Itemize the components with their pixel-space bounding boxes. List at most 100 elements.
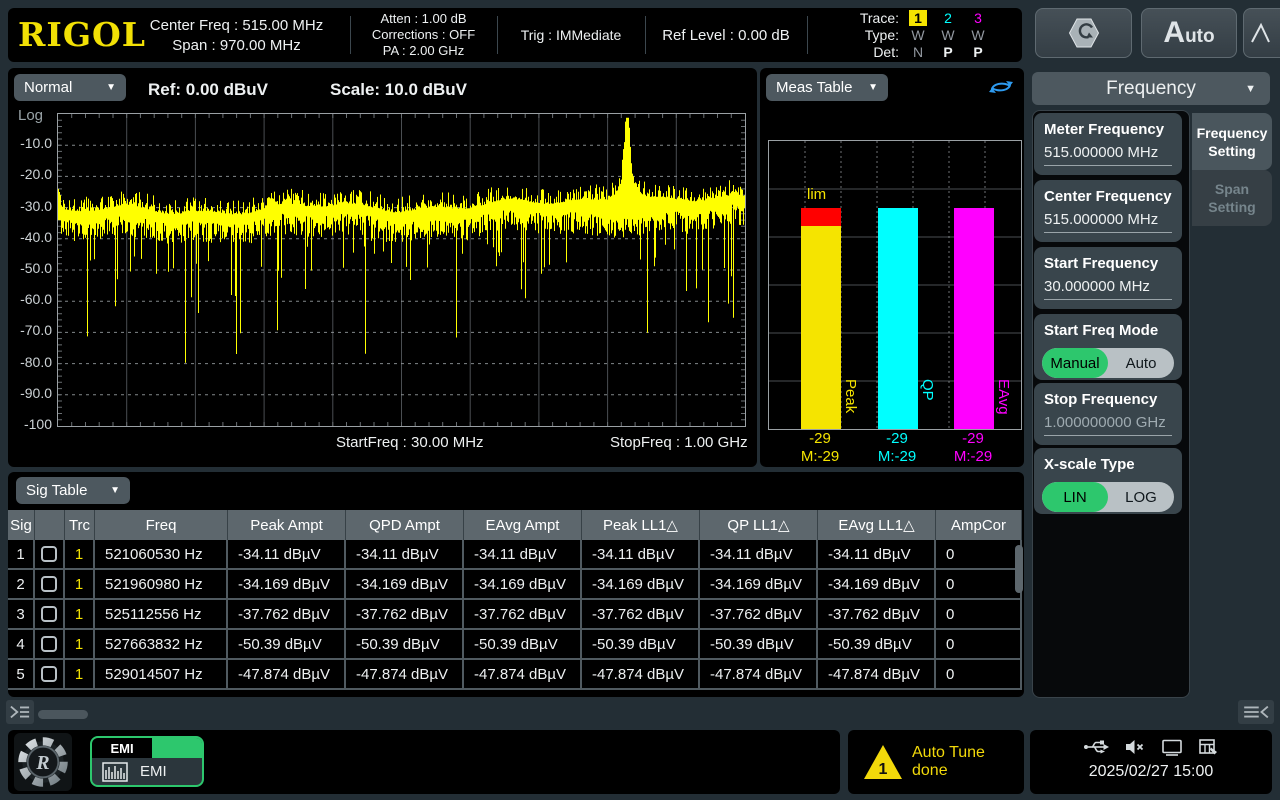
field-label: Start Freq Mode [1034,314,1182,339]
gear-icon: R [16,735,70,789]
table-cell: -34.169 dBµV [582,570,700,598]
notification-text: Auto Tune done [912,730,1024,794]
row-checkbox[interactable] [41,576,57,592]
table-row[interactable]: 21521960980 Hz-34.169 dBµV-34.169 dBµV-3… [8,570,1022,600]
table-cell: -34.11 dBµV [228,540,346,568]
table-cell: 1 [65,630,95,658]
table-cell: -47.874 dBµV [582,660,700,688]
ref-label: Ref: 0.00 dBuV [148,80,268,100]
table-row[interactable]: 31525112556 Hz-37.762 dBµV-37.762 dBµV-3… [8,600,1022,630]
table-cell: -34.169 dBµV [346,570,464,598]
table-cell: 1 [8,540,35,568]
spectrum-plot [57,113,746,427]
system-status-bar: 2025/02/27 15:00 [1030,730,1272,794]
center-frequency-field[interactable]: Center Frequency 515.000000 MHz [1034,180,1182,242]
trace-2-indicator: 2 [933,10,963,26]
auto-tune-button[interactable]: Auto [1141,8,1237,58]
row-checkbox[interactable] [41,546,57,562]
console-expand-icon[interactable] [6,700,34,724]
meas-view-dropdown[interactable]: Meas Table ▼ [766,74,888,101]
trace-2-det: P [933,44,963,60]
mode-tab-label: EMI [92,738,152,758]
toggle-option-manual[interactable]: Manual [1042,348,1108,378]
stop-freq-label: StopFreq : 1.00 GHz [610,434,748,451]
table-row[interactable]: 11521060530 Hz-34.11 dBµV-34.11 dBµV-34.… [8,540,1022,570]
table-header-cell: QP LL1△ [700,510,818,540]
table-cell: -47.874 dBµV [818,660,936,688]
table-cell: -34.169 dBµV [464,570,582,598]
bar-value-label: -29 [933,430,1013,447]
drag-handle[interactable] [38,710,88,719]
y-tick-label: -100 [8,416,52,432]
preset-button[interactable] [1035,8,1132,58]
table-cell: 0 [936,570,1022,598]
trig-readout: Trig : IMMediate [497,8,645,62]
table-cell: 1 [65,540,95,568]
sidebar-menu-dropdown[interactable]: Frequency ▼ [1032,72,1270,105]
table-cell: 521060530 Hz [95,540,228,568]
row-checkbox[interactable] [41,666,57,682]
field-label: X-scale Type [1034,448,1182,473]
partial-waveform-icon [1249,20,1275,46]
start-freq-mode-field: Start Freq Mode Manual Auto [1034,314,1182,380]
bar-meter-value-label: M:-29 [857,448,937,465]
trace-1-indicator: 1 [909,10,927,26]
y-tick-label: -30.0 [8,198,52,214]
table-scrollbar-thumb[interactable] [1015,545,1023,593]
row-checkbox[interactable] [41,636,57,652]
row-checkbox[interactable] [41,606,57,622]
table-cell: -50.39 dBµV [582,630,700,658]
emi-mode-card[interactable]: EMI EMI [90,736,204,787]
freq-span-readout: Center Freq : 515.00 MHz Span : 970.00 M… [123,16,350,56]
field-value: 30.000000 MHz [1034,278,1182,295]
rigol-gear-logo[interactable]: R [14,733,72,791]
rigol-logo: RIGOL [18,15,126,54]
spectrum-panel: Normal ▼ Ref: 0.00 dBuV Scale: 10.0 dBuV… [8,68,757,467]
table-cell: -34.169 dBµV [700,570,818,598]
table-cell: 1 [65,600,95,628]
tab-frequency-setting[interactable]: Frequency Setting [1192,113,1272,170]
y-tick-label: -70.0 [8,322,52,338]
refresh-icon[interactable] [986,77,1016,97]
table-cell: 3 [8,600,35,628]
table-header-cell: EAvg Ampt [464,510,582,540]
table-cell [35,540,65,568]
sig-table-dropdown[interactable]: Sig Table ▼ [16,477,130,504]
start-frequency-field[interactable]: Start Frequency 30.000000 MHz [1034,247,1182,309]
field-label: Start Frequency [1034,247,1182,272]
bar-detector-label: QP [919,379,936,401]
bar-value-label: -29 [857,430,937,447]
table-cell [35,630,65,658]
table-header-cell: Sig [8,510,35,540]
field-label: Center Frequency [1034,180,1182,205]
notification-bar[interactable]: 1 Auto Tune done [848,730,1024,794]
table-row[interactable]: 51529014507 Hz-47.874 dBµV-47.874 dBµV-4… [8,660,1022,690]
table-cell: 1 [65,570,95,598]
trace-1-type: W [903,27,933,43]
sidebar-menu-title: Frequency [1106,78,1196,100]
auto-button-label: Auto [1163,16,1214,50]
table-cell: -34.11 dBµV [700,540,818,568]
meter-frequency-field[interactable]: Meter Frequency 515.000000 MHz [1034,113,1182,175]
y-tick-label: -90.0 [8,385,52,401]
sidebar: Frequency ▼ Meter Frequency 515.000000 M… [1030,68,1272,700]
table-row[interactable]: 41527663832 Hz-50.39 dBµV-50.39 dBµV-50.… [8,630,1022,660]
bar-detector-label: Peak [842,379,859,413]
table-cell: 5 [8,660,35,688]
table-cell: 0 [936,600,1022,628]
table-cell: -37.762 dBµV [818,600,936,628]
partial-button[interactable] [1243,8,1280,58]
menu-collapse-icon[interactable] [1238,700,1274,724]
y-tick-label: -40.0 [8,229,52,245]
toggle-option-auto[interactable]: Auto [1108,348,1174,378]
table-header-cell: Peak Ampt [228,510,346,540]
bar-meter-value-label: M:-29 [780,448,860,465]
toggle-option-lin[interactable]: LIN [1042,482,1108,512]
bar-meter-value-label: M:-29 [933,448,1013,465]
axis-type-label: Log [18,107,43,124]
toggle-option-log[interactable]: LOG [1108,482,1174,512]
sig-table-panel: Sig Table ▼ SigTrcFreqPeak AmptQPD AmptE… [8,472,1024,697]
spectrum-view-dropdown[interactable]: Normal ▼ [14,74,126,101]
tab-span-setting[interactable]: Span Setting [1192,170,1272,226]
stop-frequency-field[interactable]: Stop Frequency 1.000000000 GHz [1034,383,1182,445]
